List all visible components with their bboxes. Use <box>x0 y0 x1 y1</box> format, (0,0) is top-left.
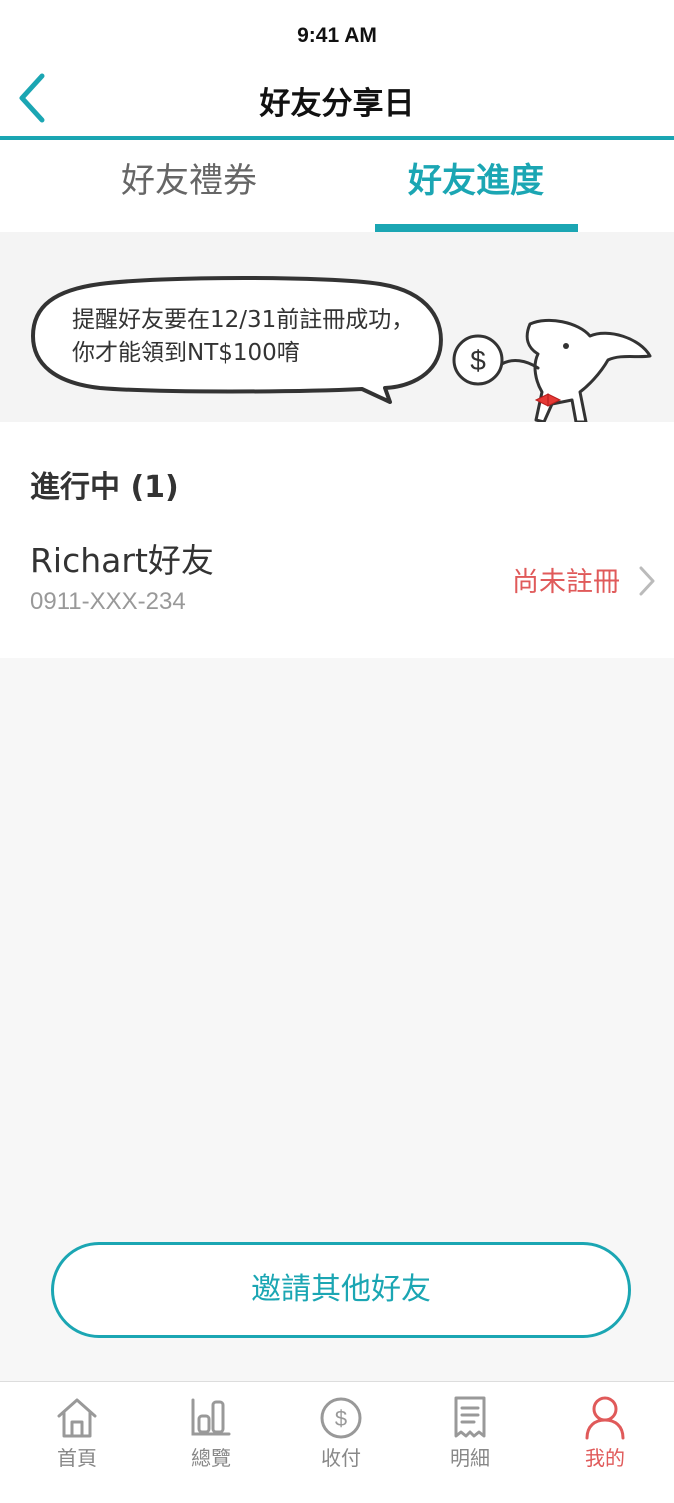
friend-phone: 0911-XXX-234 <box>30 588 186 615</box>
in-progress-section: 進行中 (1) Richart好友 0911-XXX-234 尚未註冊 <box>0 422 674 658</box>
tabbar-item-statement[interactable]: 明細 <box>415 1394 525 1474</box>
tab-friend-progress[interactable]: 好友進度 <box>346 140 606 232</box>
svg-text:$: $ <box>470 345 486 376</box>
statement-icon <box>454 1396 486 1438</box>
tabbar-label: 我的 <box>585 1446 625 1470</box>
tabbar-item-payment[interactable]: $ 收付 <box>286 1394 396 1474</box>
invite-friends-button[interactable]: 邀請其他好友 <box>51 1242 631 1338</box>
overview-icon <box>191 1398 231 1436</box>
tabbar-label: 收付 <box>321 1446 361 1470</box>
tab-friend-coupons[interactable]: 好友禮券 <box>59 140 319 232</box>
dog-mascot-icon: $ <box>452 318 652 422</box>
tabbar-label: 明細 <box>450 1446 490 1470</box>
home-icon <box>57 1398 97 1438</box>
tab-bar: 好友禮券 好友進度 <box>0 140 674 232</box>
bottom-tab-bar: 首頁 總覽 $ 收付 明細 我的 <box>0 1381 674 1477</box>
home-indicator-area <box>0 1477 674 1503</box>
tab-indicator <box>375 224 578 232</box>
profile-icon <box>585 1396 625 1440</box>
tabbar-label: 首頁 <box>57 1446 97 1470</box>
friend-name: Richart好友 <box>30 541 214 580</box>
payment-icon: $ <box>320 1397 362 1439</box>
tabbar-label: 總覽 <box>191 1446 231 1470</box>
friend-row[interactable]: Richart好友 0911-XXX-234 尚未註冊 <box>0 522 674 632</box>
status-time: 9:41 AM <box>297 24 377 47</box>
tabbar-item-overview[interactable]: 總覽 <box>156 1394 266 1474</box>
tabbar-item-profile[interactable]: 我的 <box>550 1394 660 1474</box>
reminder-banner: 提醒好友要在12/31前註冊成功，你才能領到NT$100唷 $ <box>0 232 674 422</box>
tabbar-item-home[interactable]: 首頁 <box>22 1394 132 1474</box>
svg-text:$: $ <box>335 1406 347 1431</box>
reminder-text: 提醒好友要在12/31前註冊成功，你才能領到NT$100唷 <box>72 307 415 366</box>
section-heading: 進行中 (1) <box>30 470 179 505</box>
friend-status: 尚未註冊 <box>512 567 620 598</box>
nav-bar: 好友分享日 <box>0 64 674 140</box>
chevron-right-icon <box>639 566 655 596</box>
status-bar: 9:41 AM <box>0 0 674 64</box>
page-title: 好友分享日 <box>259 86 415 122</box>
